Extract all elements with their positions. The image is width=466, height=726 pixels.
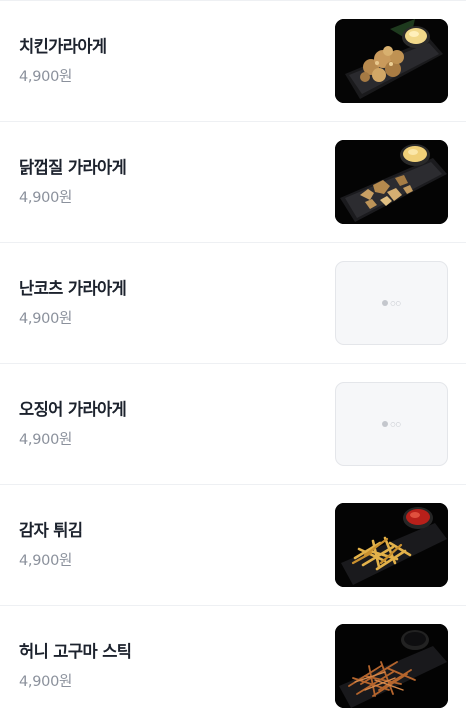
menu-list: 치킨가라아게 4,900원 닭껍질 가라아게 4,900원 난코츠 가라아게 4… [0,0,466,726]
menu-item-price: 4,900원 [19,673,73,690]
menu-item-text: 닭껍질 가라아게 4,900원 [19,157,127,207]
french-fries-photo [335,503,448,587]
placeholder-logo-icon: ○○ [382,300,401,307]
menu-item-text: 치킨가라아게 4,900원 [19,36,107,86]
menu-item-price: 4,900원 [19,189,73,206]
menu-item-price: 4,900원 [19,552,73,569]
chicken-karaage-photo [335,19,448,103]
menu-item-name: 감자 튀김 [19,520,83,540]
menu-item-chicken-skin-karaage[interactable]: 닭껍질 가라아게 4,900원 [0,122,466,243]
menu-item-price: 4,900원 [19,310,73,327]
menu-item-text: 난코츠 가라아게 4,900원 [19,278,127,328]
menu-item-text: 오징어 가라아게 4,900원 [19,399,127,449]
menu-item-text: 감자 튀김 4,900원 [19,520,83,570]
sweet-potato-sticks-photo [335,624,448,708]
menu-item-name: 닭껍질 가라아게 [19,157,127,177]
menu-item-honey-sweet-potato-sticks[interactable]: 허니 고구마 스틱 4,900원 [0,606,466,726]
menu-item-chicken-karaage[interactable]: 치킨가라아게 4,900원 [0,1,466,122]
menu-item-price: 4,900원 [19,431,73,448]
menu-item-name: 난코츠 가라아게 [19,278,127,298]
menu-item-nankotsu-karaage[interactable]: 난코츠 가라아게 4,900원 ○○ [0,243,466,364]
placeholder-logo-icon: ○○ [382,421,401,428]
menu-item-name: 치킨가라아게 [19,36,107,56]
menu-item-price: 4,900원 [19,68,73,85]
menu-item-squid-karaage[interactable]: 오징어 가라아게 4,900원 ○○ [0,364,466,485]
placeholder-image: ○○ [335,382,448,466]
menu-item-name: 허니 고구마 스틱 [19,641,132,661]
menu-item-french-fries[interactable]: 감자 튀김 4,900원 [0,485,466,606]
menu-item-text: 허니 고구마 스틱 4,900원 [19,641,132,691]
chicken-skin-karaage-photo [335,140,448,224]
placeholder-image: ○○ [335,261,448,345]
menu-item-name: 오징어 가라아게 [19,399,127,419]
